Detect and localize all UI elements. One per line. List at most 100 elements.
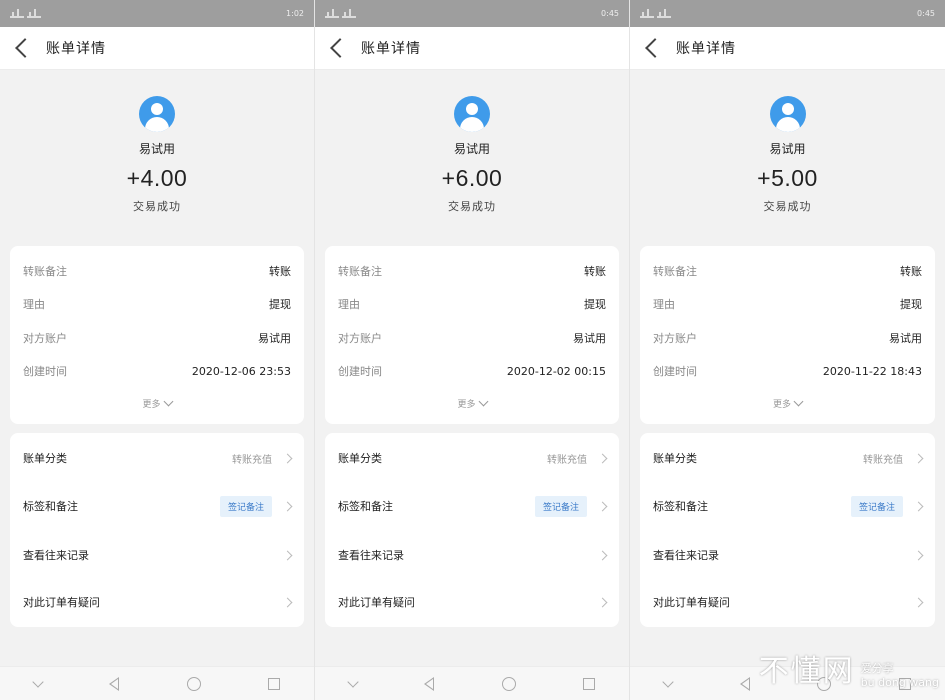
tags-notes-badge: 签记备注 bbox=[850, 495, 903, 517]
detail-value: 易试用 bbox=[573, 331, 606, 345]
bill-category-item[interactable]: 账单分类 转账充值 bbox=[653, 435, 924, 481]
menu-card: 账单分类 转账充值 标签和备注 签记备注 查看往来记录 对此订单有疑问 bbox=[325, 433, 619, 627]
chevron-down-icon bbox=[163, 396, 173, 407]
menu-card: 账单分类 转账充值 标签和备注 签记备注 查看往来记录 对此订单有疑问 bbox=[640, 433, 935, 627]
transaction-amount: +6.00 bbox=[441, 165, 503, 191]
transaction-status: 交易成功 bbox=[763, 200, 812, 213]
tags-notes-item[interactable]: 标签和备注 签记备注 bbox=[23, 481, 293, 531]
transaction-status: 交易成功 bbox=[448, 200, 496, 213]
transaction-amount: +5.00 bbox=[757, 165, 818, 191]
nav-home-icon[interactable] bbox=[501, 676, 516, 691]
signal-icon bbox=[10, 8, 24, 18]
chevron-right-icon bbox=[913, 501, 924, 511]
system-nav-bar bbox=[315, 666, 629, 700]
transaction-amount: +4.00 bbox=[126, 165, 188, 191]
back-arrow-icon[interactable] bbox=[330, 38, 350, 58]
view-history-label: 查看往来记录 bbox=[23, 549, 89, 562]
order-question-label: 对此订单有疑问 bbox=[338, 596, 415, 609]
tags-notes-item[interactable]: 标签和备注 签记备注 bbox=[338, 481, 608, 531]
chevron-right-icon bbox=[913, 550, 924, 560]
nav-back-icon[interactable] bbox=[739, 676, 750, 691]
details-card: 转账备注 转账 理由 提现 对方账户 易试用 创建时间 2020-12-06 23:53… bbox=[10, 246, 304, 424]
system-nav-bar bbox=[630, 666, 945, 700]
signal-icon bbox=[657, 8, 671, 18]
nav-recent-icon[interactable] bbox=[268, 677, 281, 690]
nav-recent-icon[interactable] bbox=[583, 677, 596, 690]
chevron-right-icon bbox=[282, 597, 293, 607]
avatar-icon bbox=[139, 96, 175, 132]
detail-value: 转账 bbox=[900, 264, 922, 278]
detail-label: 理由 bbox=[23, 298, 45, 312]
detail-row: 对方账户 易试用 bbox=[653, 321, 922, 355]
bill-category-item[interactable]: 账单分类 转账充值 bbox=[338, 435, 608, 481]
bill-category-item[interactable]: 账单分类 转账充值 bbox=[23, 435, 293, 481]
back-arrow-icon[interactable] bbox=[15, 38, 35, 58]
order-question-item[interactable]: 对此订单有疑问 bbox=[653, 579, 924, 625]
view-history-item[interactable]: 查看往来记录 bbox=[23, 531, 293, 579]
hide-nav-icon[interactable] bbox=[347, 675, 359, 688]
detail-value: 易试用 bbox=[889, 331, 922, 345]
chevron-right-icon bbox=[913, 453, 924, 463]
order-question-item[interactable]: 对此订单有疑问 bbox=[338, 579, 608, 625]
status-bar: 1:02 bbox=[0, 0, 314, 27]
detail-row: 对方账户 易试用 bbox=[23, 321, 291, 355]
nav-back-icon[interactable] bbox=[109, 676, 120, 691]
detail-value: 提现 bbox=[900, 298, 922, 312]
chevron-down-icon bbox=[793, 396, 804, 407]
view-history-item[interactable]: 查看往来记录 bbox=[653, 531, 924, 579]
detail-row: 理由 提现 bbox=[653, 288, 922, 322]
page-title: 账单详情 bbox=[676, 41, 736, 57]
more-label: 更多 bbox=[772, 399, 791, 410]
more-button[interactable]: 更多 bbox=[653, 388, 922, 418]
nav-recent-icon[interactable] bbox=[899, 677, 912, 690]
details-card: 转账备注 转账 理由 提现 对方账户 易试用 创建时间 2020-11-22 18:43… bbox=[640, 246, 935, 424]
tags-notes-label: 标签和备注 bbox=[23, 500, 78, 513]
hide-nav-icon[interactable] bbox=[662, 675, 674, 688]
more-button[interactable]: 更多 bbox=[23, 388, 291, 418]
status-bar: 0:45 bbox=[315, 0, 629, 27]
nav-header: 账单详情 bbox=[315, 27, 629, 70]
detail-value: 转账 bbox=[584, 264, 606, 278]
payee-name: 易试用 bbox=[769, 142, 806, 156]
hide-nav-icon[interactable] bbox=[32, 675, 44, 688]
detail-row: 创建时间 2020-12-02 00:15 bbox=[338, 355, 606, 389]
detail-row: 理由 提现 bbox=[23, 288, 291, 322]
detail-value: 易试用 bbox=[258, 331, 291, 345]
detail-label: 转账备注 bbox=[23, 264, 67, 278]
page-title: 账单详情 bbox=[46, 41, 106, 57]
signal-icon bbox=[640, 8, 654, 18]
transaction-summary: 易试用 +6.00 交易成功 bbox=[315, 70, 629, 240]
detail-label: 转账备注 bbox=[653, 264, 697, 278]
chevron-right-icon bbox=[597, 501, 608, 511]
detail-label: 转账备注 bbox=[338, 264, 382, 278]
detail-value: 提现 bbox=[269, 298, 291, 312]
nav-header: 账单详情 bbox=[630, 27, 945, 70]
bill-category-value: 转账充值 bbox=[232, 454, 272, 466]
detail-value: 2020-12-02 00:15 bbox=[506, 364, 606, 378]
phone-screen-1: 1:02 账单详情 易试用 +4.00 交易成功 转账备注 转账 理由 提现 对方账… bbox=[0, 0, 315, 700]
back-arrow-icon[interactable] bbox=[645, 38, 665, 58]
view-history-item[interactable]: 查看往来记录 bbox=[338, 531, 608, 579]
details-card: 转账备注 转账 理由 提现 对方账户 易试用 创建时间 2020-12-02 00:15… bbox=[325, 246, 619, 424]
status-time: 0:45 bbox=[601, 9, 619, 18]
more-button[interactable]: 更多 bbox=[338, 388, 606, 418]
detail-label: 对方账户 bbox=[338, 331, 382, 345]
nav-back-icon[interactable] bbox=[424, 676, 435, 691]
detail-row: 创建时间 2020-12-06 23:53 bbox=[23, 355, 291, 389]
chevron-right-icon bbox=[597, 550, 608, 560]
order-question-item[interactable]: 对此订单有疑问 bbox=[23, 579, 293, 625]
detail-row: 理由 提现 bbox=[338, 288, 606, 322]
tags-notes-item[interactable]: 标签和备注 签记备注 bbox=[653, 481, 924, 531]
bill-category-value: 转账充值 bbox=[863, 454, 903, 466]
tags-notes-label: 标签和备注 bbox=[653, 500, 708, 513]
nav-home-icon[interactable] bbox=[186, 676, 201, 691]
transaction-summary: 易试用 +4.00 交易成功 bbox=[0, 70, 314, 240]
detail-label: 理由 bbox=[653, 298, 675, 312]
more-label: 更多 bbox=[142, 399, 161, 410]
nav-home-icon[interactable] bbox=[817, 676, 832, 691]
bill-category-value: 转账充值 bbox=[547, 454, 587, 466]
detail-label: 理由 bbox=[338, 298, 360, 312]
more-label: 更多 bbox=[457, 399, 476, 410]
order-question-label: 对此订单有疑问 bbox=[653, 596, 730, 609]
detail-value: 提现 bbox=[584, 298, 606, 312]
